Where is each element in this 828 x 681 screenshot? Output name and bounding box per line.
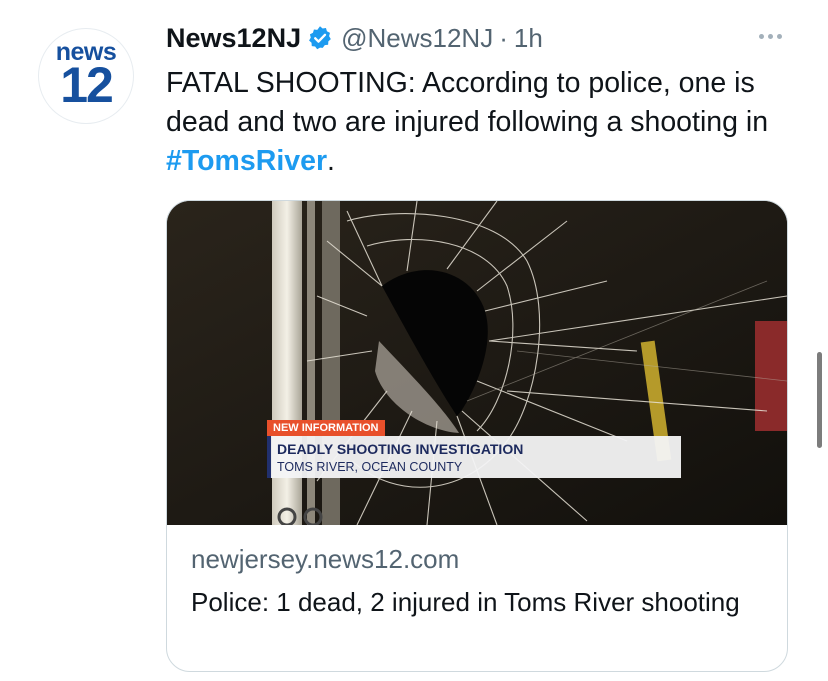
tweet-text-end: . [327,145,335,177]
tweet-header: News12NJ @News12NJ · 1h [166,20,543,56]
tweet-text: FATAL SHOOTING: According to police, one… [166,64,796,181]
more-dot [758,33,764,39]
verified-badge-icon [307,25,333,51]
avatar[interactable]: news 12 [38,28,134,124]
more-options-icon[interactable] [752,24,788,48]
more-dot [767,33,773,39]
separator: · [499,22,508,53]
display-name[interactable]: News12NJ [166,23,301,54]
lower-third-location: TOMS RIVER, OCEAN COUNTY [277,460,463,474]
handle[interactable]: @News12NJ [341,23,493,54]
avatar-brand-number: 12 [60,57,114,113]
lower-third-headline: DEADLY SHOOTING INVESTIGATION [277,441,524,457]
card-title[interactable]: Police: 1 dead, 2 injured in Toms River … [191,585,761,620]
lower-third-tag: NEW INFORMATION [267,420,385,436]
more-dot [776,33,782,39]
scrollbar[interactable] [817,352,822,448]
timestamp[interactable]: 1h [514,23,543,54]
card-domain[interactable]: newjersey.news12.com [191,544,459,575]
hashtag-link[interactable]: #TomsRiver [166,145,327,177]
card-image[interactable]: NEW INFORMATION DEADLY SHOOTING INVESTIG… [167,201,787,525]
link-card[interactable]: NEW INFORMATION DEADLY SHOOTING INVESTIG… [166,200,788,672]
lower-third-box: DEADLY SHOOTING INVESTIGATION TOMS RIVER… [267,436,681,478]
tweet-text-body: FATAL SHOOTING: According to police, one… [166,67,769,138]
